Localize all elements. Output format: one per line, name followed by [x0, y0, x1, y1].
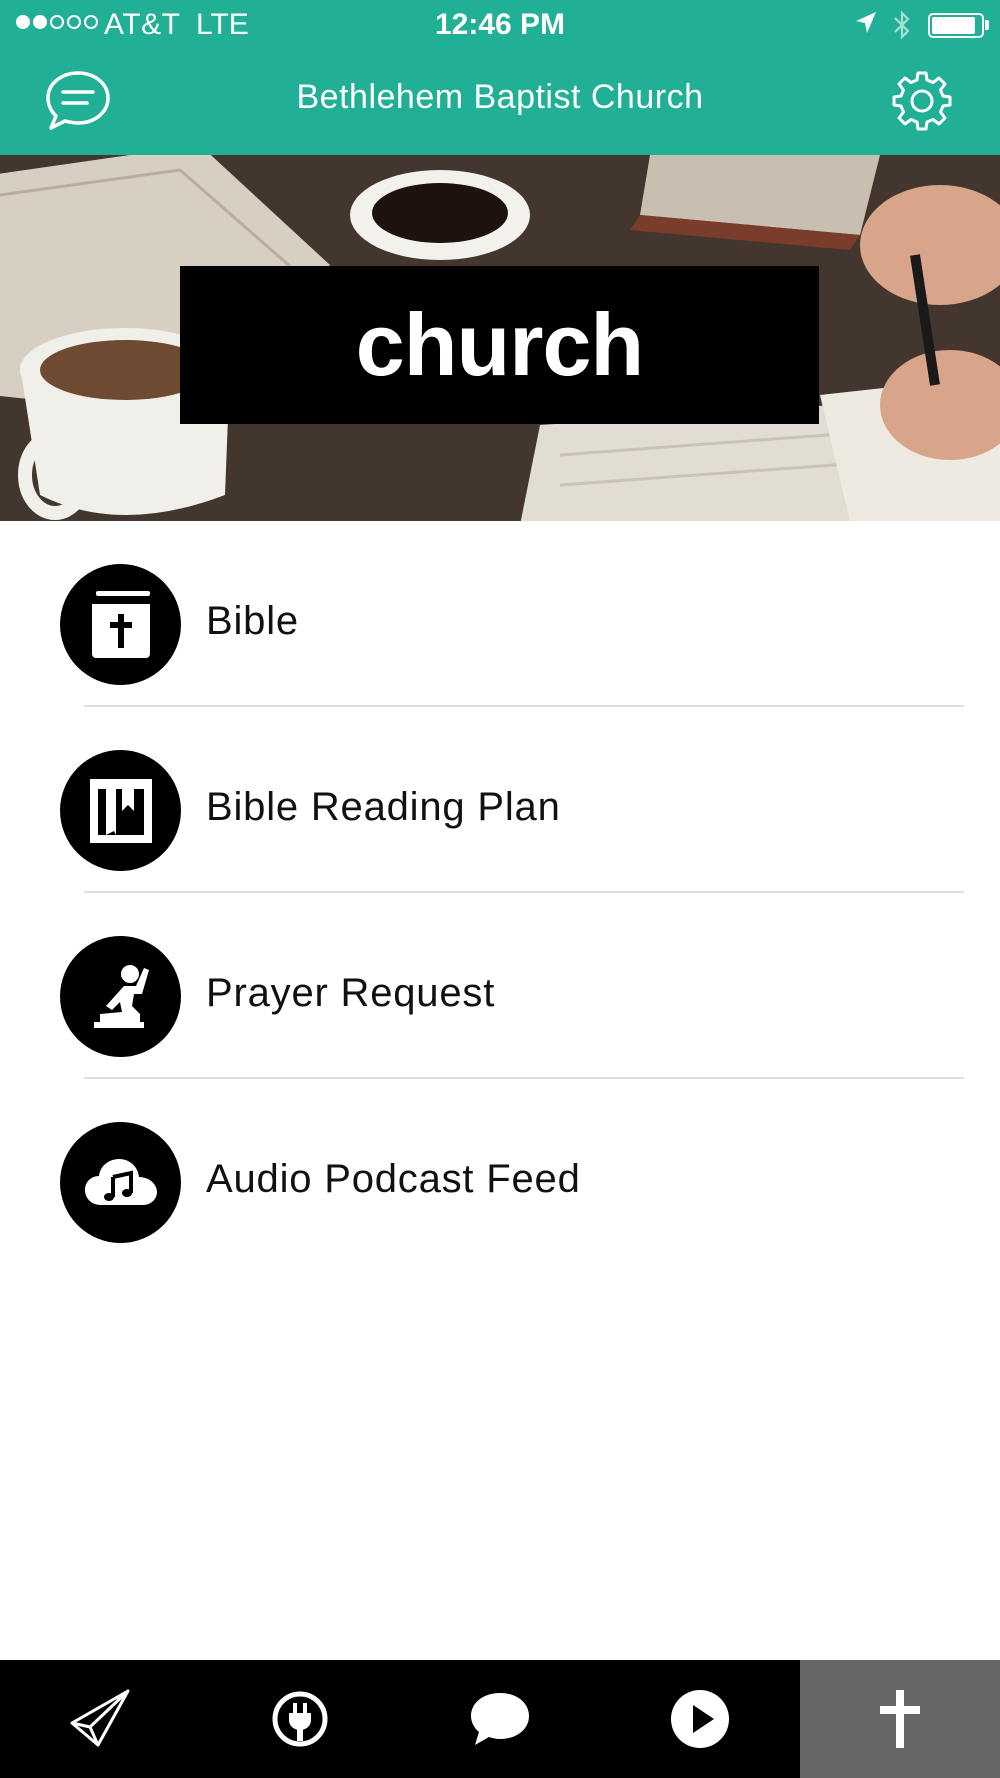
- praying-person-icon: [60, 936, 181, 1057]
- menu-item-prayer-request[interactable]: Prayer Request: [0, 893, 1000, 1079]
- menu-item-label: Bible: [206, 599, 299, 643]
- settings-button[interactable]: [884, 66, 960, 136]
- play-icon: [671, 1690, 729, 1748]
- battery-nub: [985, 20, 989, 30]
- hero-banner: church: [180, 266, 819, 424]
- menu-item-label: Audio Podcast Feed: [206, 1157, 581, 1201]
- menu-list: Bible Bible Reading Plan Prayer Request: [0, 521, 1000, 1265]
- tab-church[interactable]: [800, 1660, 1000, 1778]
- cross-icon: [880, 1690, 920, 1748]
- hero-image: church: [0, 155, 1000, 521]
- battery-level: [932, 17, 976, 34]
- header-bar: Bethlehem Baptist Church: [0, 50, 1000, 155]
- speech-bubble-icon: [471, 1693, 529, 1745]
- tab-messages[interactable]: [400, 1660, 600, 1778]
- menu-item-label: Prayer Request: [206, 971, 496, 1015]
- hero-banner-text: church: [355, 295, 644, 394]
- menu-item-audio-podcast-feed[interactable]: Audio Podcast Feed: [0, 1079, 1000, 1265]
- tab-bar: [0, 1660, 1000, 1778]
- tab-connect[interactable]: [200, 1660, 400, 1778]
- tab-send[interactable]: [0, 1660, 200, 1778]
- plug-icon: [272, 1691, 328, 1747]
- bible-icon: [60, 564, 181, 685]
- status-bar: AT&T LTE 12:46 PM: [0, 0, 1000, 50]
- gear-icon: [892, 71, 952, 131]
- menu-item-bible-reading-plan[interactable]: Bible Reading Plan: [0, 707, 1000, 893]
- tab-media[interactable]: [600, 1660, 800, 1778]
- battery-icon: [928, 13, 984, 38]
- page-title: Bethlehem Baptist Church: [296, 78, 704, 116]
- paper-plane-icon: [70, 1689, 130, 1747]
- menu-item-bible[interactable]: Bible: [0, 521, 1000, 707]
- status-time: 12:46 PM: [434, 8, 566, 41]
- reading-plan-book-icon: [60, 750, 181, 871]
- menu-item-label: Bible Reading Plan: [206, 785, 561, 829]
- location-arrow-icon: [856, 12, 876, 33]
- cloud-music-icon: [60, 1122, 181, 1243]
- bluetooth-icon: [894, 10, 910, 40]
